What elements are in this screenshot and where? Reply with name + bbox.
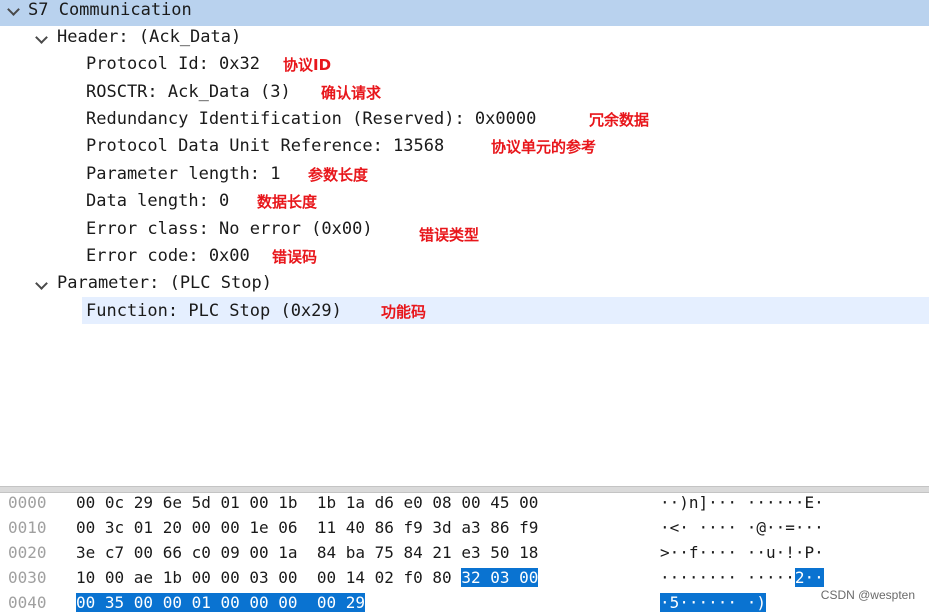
packet-details-tree: S7 Communication Header: (Ack_Data) Prot… [0,0,929,490]
hex-bytes[interactable]: 10 00 ae 1b 00 00 03 00 00 14 02 f0 80 3… [76,568,539,587]
hex-dump-pane[interactable]: 0000 00 0c 29 6e 5d 01 00 1b 1b 1a d6 e0… [0,491,929,612]
annotation-note: 确认请求 [321,84,382,102]
annotation-note: 数据长度 [257,193,318,211]
annotation-note: 错误码 [272,248,318,266]
field-text: Protocol Id: 0x32 [86,54,260,74]
field-text: Parameter length: 1 [86,164,281,184]
tree-item-protocol-id[interactable]: Protocol Id: 0x32 协议ID [0,51,929,77]
tree-item-error-code[interactable]: Error code: 0x00 错误码 [0,243,929,269]
hex-offset: 0000 [8,493,47,512]
hex-offset: 0030 [8,568,47,587]
tree-item-function[interactable]: Function: PLC Stop (0x29) 功能码 [0,298,929,324]
hex-row[interactable]: 0030 10 00 ae 1b 00 00 03 00 00 14 02 f0… [0,566,929,591]
annotation-note: 协议ID [283,56,332,74]
hex-offset: 0020 [8,543,47,562]
hex-ascii[interactable]: ·5······ ·) [660,593,766,612]
annotation-note: 协议单元的参考 [491,138,597,156]
field-text: Protocol Data Unit Reference: 13568 [86,136,445,156]
tree-item-error-class[interactable]: Error class: No error (0x00) 错误类型 [0,216,929,244]
field-text: Error class: No error (0x00) [86,219,373,239]
field-text: Error code: 0x00 [86,246,250,266]
field-text: Data length: 0 [86,191,230,211]
hex-ascii[interactable]: ··)n]··· ······E· [660,493,824,512]
hex-ascii[interactable]: ·<· ···· ·@··=··· [660,518,824,537]
tree-item-rosctr[interactable]: ROSCTR: Ack_Data (3) 确认请求 [0,79,929,105]
tree-item-label: Parameter: (PLC Stop) [57,273,272,293]
annotation-note: 功能码 [381,303,427,321]
hex-offset: 0040 [8,593,47,612]
watermark: CSDN @wespten [820,588,915,602]
hex-row[interactable]: 0020 3e c7 00 66 c0 09 00 1a 84 ba 75 84… [0,541,929,566]
hex-ascii[interactable]: ········ ·····2·· [660,568,824,587]
hex-ascii[interactable]: >··f···· ··u·!·P· [660,543,824,562]
hex-row[interactable]: 0010 00 3c 01 20 00 00 1e 06 11 40 86 f9… [0,516,929,541]
hex-bytes[interactable]: 00 3c 01 20 00 00 1e 06 11 40 86 f9 3d a… [76,518,538,537]
tree-item-s7-communication[interactable]: S7 Communication [0,0,929,26]
field-text: ROSCTR: Ack_Data (3) [86,82,291,102]
tree-item-label: Header: (Ack_Data) [57,27,242,47]
tree-item-header[interactable]: Header: (Ack_Data) [0,24,929,50]
hex-bytes[interactable]: 3e c7 00 66 c0 09 00 1a 84 ba 75 84 21 e… [76,543,538,562]
tree-item-parameter-length[interactable]: Parameter length: 1 参数长度 [0,161,929,187]
chevron-down-icon[interactable] [35,31,48,44]
tree-item-redundancy-id[interactable]: Redundancy Identification (Reserved): 0x… [0,106,929,132]
tree-item-parameter[interactable]: Parameter: (PLC Stop) [0,270,929,296]
chevron-down-icon[interactable] [35,277,48,290]
hex-row[interactable]: 0040 00 35 00 00 01 00 00 00 00 29 ·5···… [0,591,929,616]
hex-offset: 0010 [8,518,47,537]
tree-item-data-length[interactable]: Data length: 0 数据长度 [0,188,929,214]
annotation-note: 冗余数据 [589,111,650,129]
field-text: Function: PLC Stop (0x29) [86,301,342,321]
annotation-note: 参数长度 [308,166,369,184]
hex-row[interactable]: 0000 00 0c 29 6e 5d 01 00 1b 1b 1a d6 e0… [0,491,929,516]
tree-item-pdu-reference[interactable]: Protocol Data Unit Reference: 13568 协议单元… [0,133,929,159]
hex-bytes[interactable]: 00 35 00 00 01 00 00 00 00 29 [76,593,365,612]
tree-item-label: S7 Communication [28,0,192,20]
hex-bytes[interactable]: 00 0c 29 6e 5d 01 00 1b 1b 1a d6 e0 08 0… [76,493,538,512]
chevron-down-icon[interactable] [7,3,20,16]
field-text: Redundancy Identification (Reserved): 0x… [86,109,537,129]
